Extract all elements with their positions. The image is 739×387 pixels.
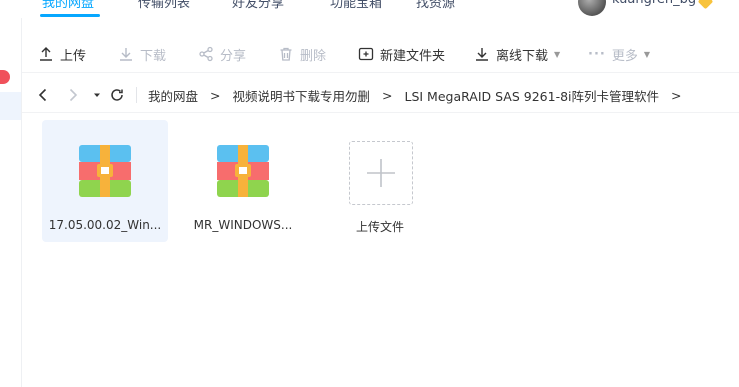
- archive-file-icon: [217, 145, 269, 197]
- trash-icon: [280, 47, 292, 61]
- tab-transfer-list[interactable]: 传输列表: [138, 0, 190, 11]
- breadcrumb-separator: >: [210, 87, 221, 103]
- breadcrumb-separator: >: [382, 87, 393, 103]
- notification-badge: [0, 70, 10, 84]
- username[interactable]: kuangren_bg: [612, 0, 696, 7]
- tab-find-resources[interactable]: 找资源: [416, 0, 455, 11]
- new-folder-icon: [358, 47, 374, 61]
- upload-icon: [40, 47, 52, 61]
- more-dots-icon: ···: [588, 46, 606, 62]
- divider: [136, 87, 137, 103]
- breadcrumb-item-current[interactable]: LSI MegaRAID SAS 9261-8i阵列卡管理软件: [405, 86, 660, 105]
- chevron-down-icon[interactable]: ▼: [554, 50, 560, 59]
- chevron-right-icon: [69, 88, 78, 102]
- plus-icon: [367, 159, 395, 187]
- upload-label: 上传: [60, 48, 87, 64]
- new-folder-label: 新建文件夹: [380, 48, 446, 64]
- file-name: MR_WINDOWS...: [193, 218, 293, 232]
- tab-toolbox[interactable]: 功能宝箱: [330, 0, 382, 11]
- download-label: 下载: [140, 48, 167, 64]
- offline-download-label: 离线下载: [496, 48, 549, 64]
- vip-icon: [697, 0, 714, 10]
- breadcrumb: 我的网盘 > 视频说明书下载专用勿删 > LSI MegaRAID SAS 92…: [148, 78, 694, 112]
- download-icon: [120, 48, 132, 61]
- toolbar: 上传 下载 分享 删除 新建文件夹 离线下载 ▼ ··· 更多 ▼: [22, 36, 739, 73]
- refresh-button[interactable]: [108, 86, 126, 104]
- history-dropdown[interactable]: [88, 86, 106, 104]
- breadcrumb-item-root[interactable]: 我的网盘: [148, 86, 198, 105]
- file-item[interactable]: MR_WINDOWS...: [180, 120, 306, 242]
- more-label: 更多: [611, 48, 638, 64]
- sidebar-selected-item[interactable]: [0, 92, 21, 120]
- delete-button[interactable]: 删除: [278, 36, 326, 72]
- chevron-left-icon: [38, 88, 47, 102]
- tab-friend-share[interactable]: 好友分享: [232, 0, 284, 11]
- more-button[interactable]: ··· 更多 ▼: [588, 36, 650, 72]
- download-button[interactable]: 下载: [118, 36, 166, 72]
- offline-download-icon: [476, 48, 488, 61]
- archive-file-icon: [79, 145, 131, 197]
- breadcrumb-item-folder[interactable]: 视频说明书下载专用勿删: [233, 86, 371, 105]
- new-folder-button[interactable]: 新建文件夹: [358, 36, 445, 72]
- file-item[interactable]: 17.05.00.02_Win...: [42, 120, 168, 242]
- chevron-down-icon: ▼: [643, 49, 650, 59]
- delete-label: 删除: [300, 48, 327, 64]
- active-tab-indicator: [40, 14, 100, 17]
- path-bar: 我的网盘 > 视频说明书下载专用勿删 > LSI MegaRAID SAS 92…: [22, 78, 739, 113]
- upload-file-label: 上传文件: [355, 220, 404, 234]
- share-icon: [199, 46, 213, 62]
- tab-my-drive[interactable]: 我的网盘: [42, 0, 94, 11]
- share-button[interactable]: 分享: [198, 36, 246, 72]
- refresh-icon: [111, 89, 123, 101]
- caret-down-icon: [94, 93, 100, 97]
- file-grid: 17.05.00.02_Win... MR_WINDOWS... 上传文件: [42, 120, 739, 387]
- file-name: 17.05.00.02_Win...: [48, 218, 162, 232]
- breadcrumb-separator: >: [671, 87, 682, 103]
- upload-file-tile[interactable]: [349, 141, 413, 205]
- offline-download-button[interactable]: 离线下载 ▼: [474, 36, 560, 72]
- top-nav: 我的网盘 传输列表 好友分享 功能宝箱 找资源 kuangren_bg: [0, 0, 739, 18]
- upload-button[interactable]: 上传: [38, 36, 86, 72]
- forward-button[interactable]: [64, 86, 82, 104]
- share-label: 分享: [220, 48, 247, 64]
- sidebar: [0, 18, 22, 387]
- avatar[interactable]: [578, 0, 606, 16]
- back-button[interactable]: [34, 86, 52, 104]
